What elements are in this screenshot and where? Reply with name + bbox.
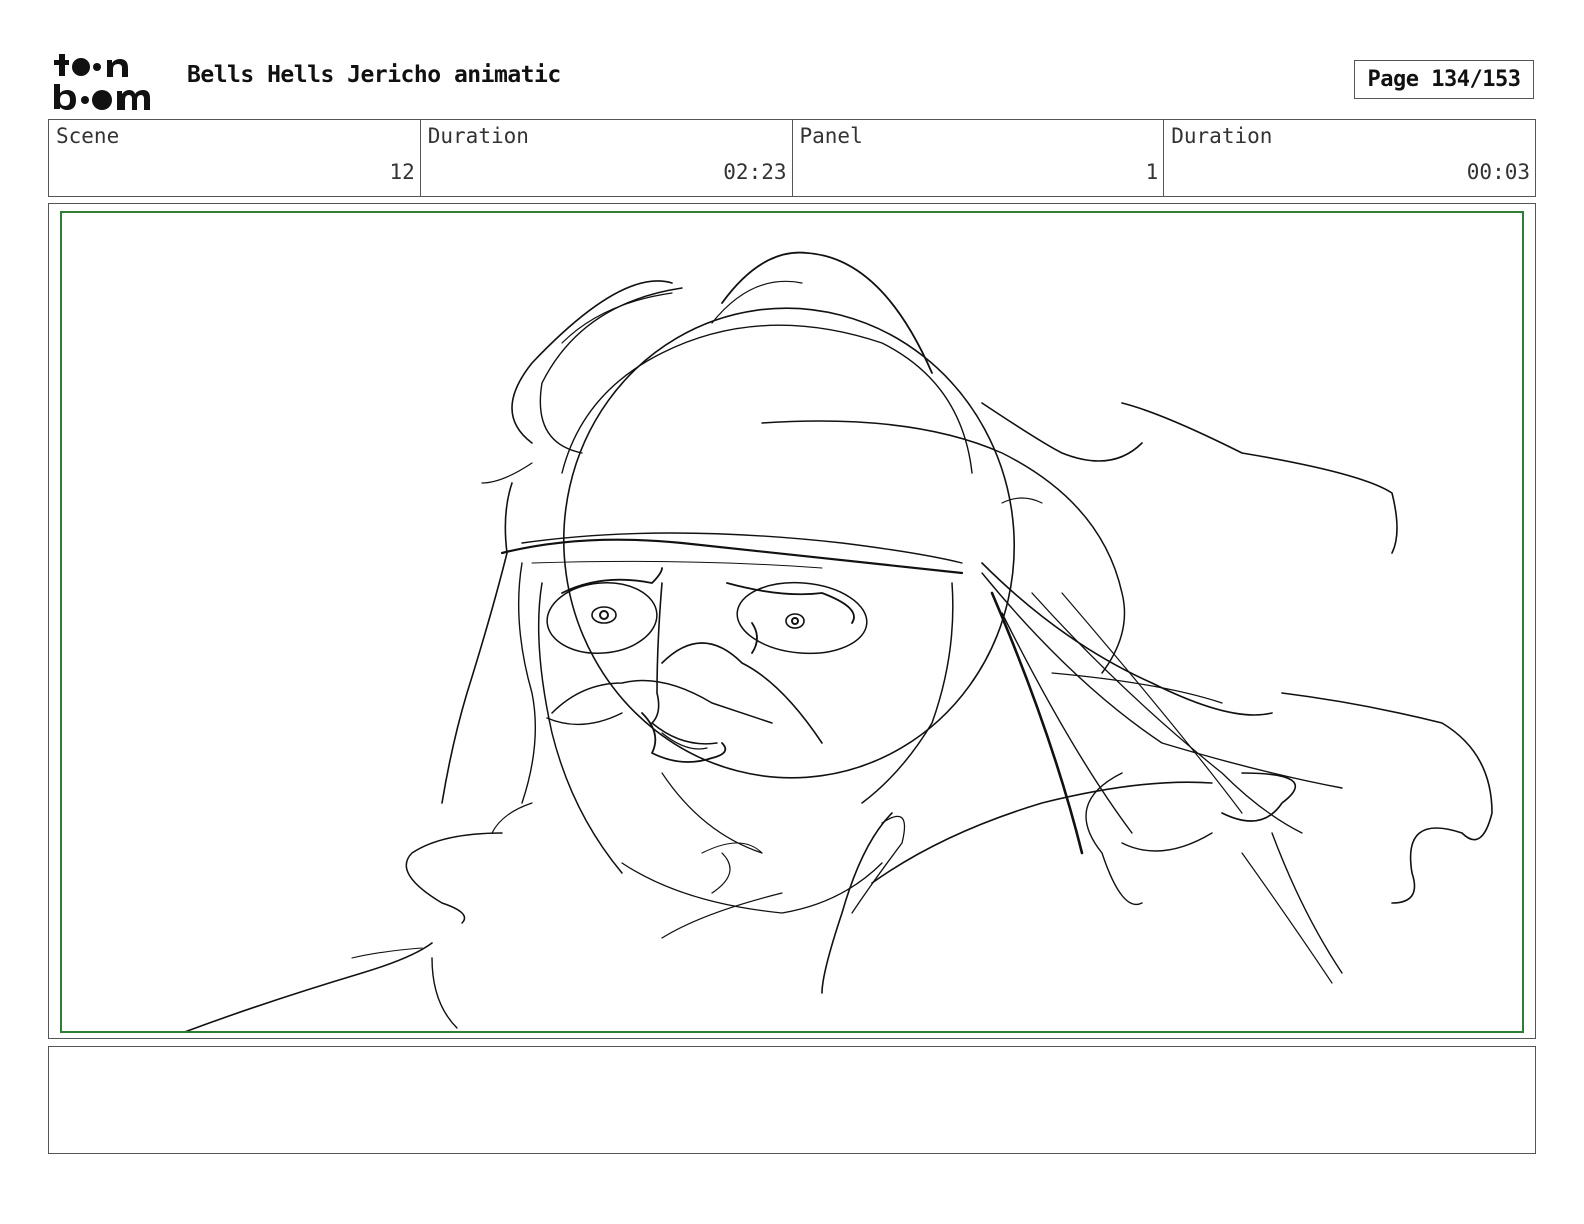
scene-value: 12 bbox=[389, 160, 415, 184]
scene-duration-cell: Duration 02:23 bbox=[421, 120, 793, 196]
scene-duration-label: Duration bbox=[427, 124, 529, 148]
panel-duration-label: Duration bbox=[1171, 124, 1273, 148]
scene-duration-value: 02:23 bbox=[723, 160, 787, 184]
panel-frame bbox=[60, 211, 1524, 1033]
toon-boom-logo-icon bbox=[54, 54, 150, 110]
panel-duration-value: 00:03 bbox=[1466, 160, 1530, 184]
panel-notes bbox=[48, 1046, 1536, 1154]
scene-label: Scene bbox=[56, 124, 120, 148]
panel-cell: Panel 1 bbox=[793, 120, 1165, 196]
document-title: Bells Hells Jericho animatic bbox=[187, 62, 561, 88]
sketch-drawing bbox=[185, 251, 1493, 1031]
toon-boom-logo bbox=[52, 52, 164, 112]
panel-duration-cell: Duration 00:03 bbox=[1164, 120, 1535, 196]
panel-label: Panel bbox=[799, 124, 863, 148]
panel-value: 1 bbox=[1145, 160, 1159, 184]
scene-cell: Scene 12 bbox=[49, 120, 421, 196]
storyboard-panel bbox=[48, 203, 1536, 1039]
page-counter: Page 134/153 bbox=[1354, 60, 1534, 99]
scene-info-row: Scene 12 Duration 02:23 Panel 1 Duration… bbox=[48, 119, 1536, 197]
